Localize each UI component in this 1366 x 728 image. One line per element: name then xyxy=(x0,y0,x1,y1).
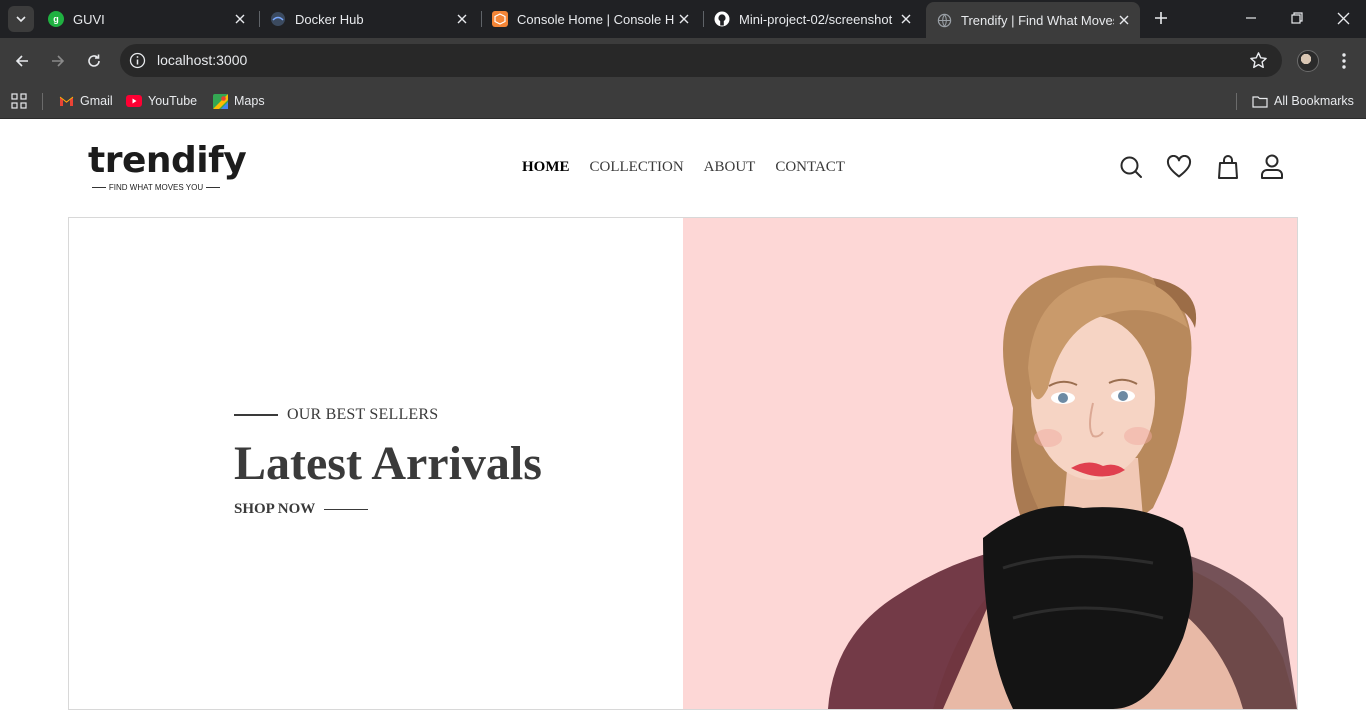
nav-contact[interactable]: CONTACT xyxy=(775,159,845,176)
hero-text-panel: OUR BEST SELLERS Latest Arrivals SHOP NO… xyxy=(69,218,683,709)
restore-icon xyxy=(1291,12,1303,24)
shop-now-label: SHOP NOW xyxy=(234,501,316,517)
bookmark-youtube[interactable]: YouTube xyxy=(126,90,197,112)
maps-icon xyxy=(212,93,228,109)
more-vertical-icon xyxy=(1342,53,1346,69)
tab-title: Trendify | Find What Moves Y xyxy=(961,12,1114,28)
close-icon[interactable] xyxy=(452,9,472,29)
profile-avatar[interactable] xyxy=(1297,50,1319,72)
logo-tagline: FIND WHAT MOVES YOU xyxy=(92,183,221,192)
tab-title: Mini-project-02/screenshot xyxy=(739,11,893,27)
site-logo[interactable]: trendify FIND WHAT MOVES YOU xyxy=(88,141,247,193)
arrow-left-icon xyxy=(15,55,28,67)
tab-title: Docker Hub xyxy=(295,11,364,27)
youtube-icon xyxy=(126,93,142,109)
tab-github[interactable]: Mini-project-02/screenshot xyxy=(704,4,922,34)
aws-icon xyxy=(492,11,508,27)
chevron-down-icon xyxy=(16,16,26,23)
bookmark-divider xyxy=(1236,93,1237,110)
tab-guvi[interactable]: g GUVI xyxy=(38,4,256,34)
back-button[interactable] xyxy=(8,47,36,75)
reload-icon xyxy=(88,54,100,67)
shop-now-link[interactable]: SHOP NOW xyxy=(234,501,369,518)
restore-button[interactable] xyxy=(1274,0,1320,36)
close-icon[interactable] xyxy=(896,9,916,29)
account-button[interactable] xyxy=(1259,154,1285,180)
main-navigation: HOME COLLECTION ABOUT CONTACT xyxy=(522,159,845,176)
close-icon xyxy=(1337,12,1349,24)
bookmark-label: Maps xyxy=(234,94,265,108)
bookmark-maps[interactable]: Maps xyxy=(212,90,265,112)
forward-button[interactable] xyxy=(44,47,72,75)
address-text[interactable]: localhost:3000 xyxy=(157,52,247,68)
tagline-rule-right xyxy=(206,187,221,188)
folder-icon xyxy=(1252,93,1268,109)
tab-docker-hub[interactable]: Docker Hub xyxy=(260,4,478,34)
tagline-text: FIND WHAT MOVES YOU xyxy=(108,183,204,192)
user-icon xyxy=(1261,154,1283,179)
browser-menu-button[interactable] xyxy=(1334,50,1354,72)
tab-title: Console Home | Console Ho xyxy=(517,11,674,27)
all-bookmarks-label: All Bookmarks xyxy=(1274,94,1354,108)
search-button[interactable] xyxy=(1118,154,1144,180)
bookmark-label: Gmail xyxy=(80,94,113,108)
globe-icon xyxy=(936,12,952,28)
nav-home[interactable]: HOME xyxy=(522,159,570,176)
minimize-button[interactable] xyxy=(1228,0,1274,36)
close-icon[interactable] xyxy=(1114,10,1134,30)
search-icon xyxy=(1120,156,1142,178)
hero-eyebrow: OUR BEST SELLERS xyxy=(234,406,438,424)
eyebrow-rule xyxy=(234,414,278,416)
all-bookmarks-button[interactable]: All Bookmarks xyxy=(1252,90,1354,112)
site-info-icon[interactable] xyxy=(129,52,146,69)
address-bar[interactable]: localhost:3000 xyxy=(120,44,1282,77)
tab-aws-console[interactable]: Console Home | Console Ho xyxy=(482,4,700,34)
tab-trendify[interactable]: Trendify | Find What Moves Y xyxy=(926,2,1140,38)
docker-icon xyxy=(270,11,286,27)
bookmark-divider xyxy=(42,93,43,110)
github-icon xyxy=(714,11,730,27)
wishlist-button[interactable] xyxy=(1166,154,1192,180)
nav-collection[interactable]: COLLECTION xyxy=(590,159,684,176)
bookmark-star-icon[interactable] xyxy=(1249,51,1268,70)
close-window-button[interactable] xyxy=(1320,0,1366,36)
close-icon[interactable] xyxy=(674,9,694,29)
hero-headline: Latest Arrivals xyxy=(234,437,542,490)
shop-now-rule xyxy=(324,508,369,511)
tab-title: GUVI xyxy=(73,11,105,27)
logo-wordmark: trendify xyxy=(88,140,247,181)
bookmark-label: YouTube xyxy=(148,94,198,108)
browser-tab-strip: g GUVI Docker Hub Console Home | Console… xyxy=(0,0,1366,38)
bag-icon xyxy=(1218,155,1238,179)
hero-model-image xyxy=(828,265,1297,709)
gmail-icon xyxy=(58,93,74,109)
new-tab-button[interactable] xyxy=(1150,7,1172,29)
apps-grid-icon xyxy=(11,93,27,109)
hero-banner: OUR BEST SELLERS Latest Arrivals SHOP NO… xyxy=(68,217,1298,710)
minimize-icon xyxy=(1246,17,1256,19)
bookmark-gmail[interactable]: Gmail xyxy=(58,90,113,112)
hero-image-panel xyxy=(683,218,1297,709)
bookmarks-bar: Gmail YouTube Maps All Bookmarks xyxy=(0,84,1366,119)
cart-button[interactable] xyxy=(1215,154,1241,180)
reload-button[interactable] xyxy=(80,47,108,75)
nav-about[interactable]: ABOUT xyxy=(704,159,756,176)
tab-search-button[interactable] xyxy=(8,6,34,32)
browser-toolbar: localhost:3000 xyxy=(0,38,1366,84)
apps-button[interactable] xyxy=(11,90,27,112)
arrow-right-icon xyxy=(52,55,65,67)
page-content: trendify FIND WHAT MOVES YOU HOME COLLEC… xyxy=(0,119,1366,728)
heart-icon xyxy=(1166,155,1192,178)
plus-icon xyxy=(1155,12,1167,24)
guvi-icon: g xyxy=(48,11,64,27)
close-icon[interactable] xyxy=(230,9,250,29)
tagline-rule-left xyxy=(92,187,106,188)
eyebrow-text: OUR BEST SELLERS xyxy=(287,406,439,423)
